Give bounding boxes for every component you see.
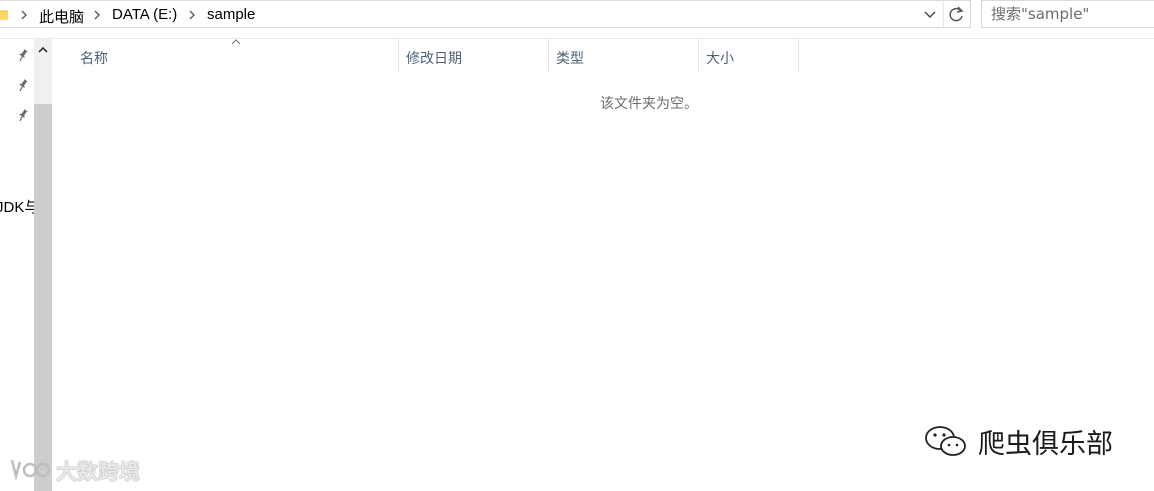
chevron-right-icon[interactable]	[93, 10, 101, 20]
breadcrumb-current-folder[interactable]: sample	[207, 6, 255, 23]
column-label: 名称	[80, 51, 108, 67]
column-header-name[interactable]: 名称	[56, 39, 399, 72]
wechat-icon	[925, 426, 966, 456]
column-header-type[interactable]: 类型	[549, 39, 699, 72]
breadcrumb-this-pc[interactable]: 此电脑	[39, 6, 84, 27]
address-row: 此电脑 DATA (E:) sample	[0, 0, 1154, 30]
empty-folder-message: 该文件夹为空。	[600, 96, 698, 112]
column-label: 类型	[556, 51, 584, 67]
chevron-down-icon[interactable]	[919, 2, 941, 28]
chevron-right-icon[interactable]	[188, 10, 196, 20]
sort-ascending-icon	[231, 39, 241, 45]
search-input[interactable]	[982, 1, 1154, 27]
navigation-pane: JDK与	[0, 39, 54, 491]
chevron-right-icon[interactable]	[20, 10, 28, 20]
pin-icon[interactable]	[15, 48, 29, 62]
pin-icon[interactable]	[15, 108, 29, 122]
address-bar[interactable]: 此电脑 DATA (E:) sample	[0, 0, 971, 28]
breadcrumb-drive[interactable]: DATA (E:)	[112, 6, 177, 23]
refresh-icon[interactable]	[943, 2, 968, 28]
nav-scrollbar-thumb[interactable]	[34, 104, 52, 491]
brand-logo-icon	[10, 459, 51, 481]
column-divider[interactable]	[798, 39, 799, 72]
folder-icon	[0, 10, 8, 20]
scroll-up-arrow-icon[interactable]	[34, 41, 52, 59]
column-label: 修改日期	[406, 51, 462, 67]
column-header-date-modified[interactable]: 修改日期	[399, 39, 549, 72]
column-header-size[interactable]: 大小	[699, 39, 799, 72]
watermark-left-text: 大数跨境	[56, 460, 140, 484]
column-label: 大小	[706, 51, 734, 67]
watermark-right-text: 爬虫俱乐部	[978, 429, 1113, 460]
pin-icon[interactable]	[15, 78, 29, 92]
search-box[interactable]	[981, 0, 1154, 28]
